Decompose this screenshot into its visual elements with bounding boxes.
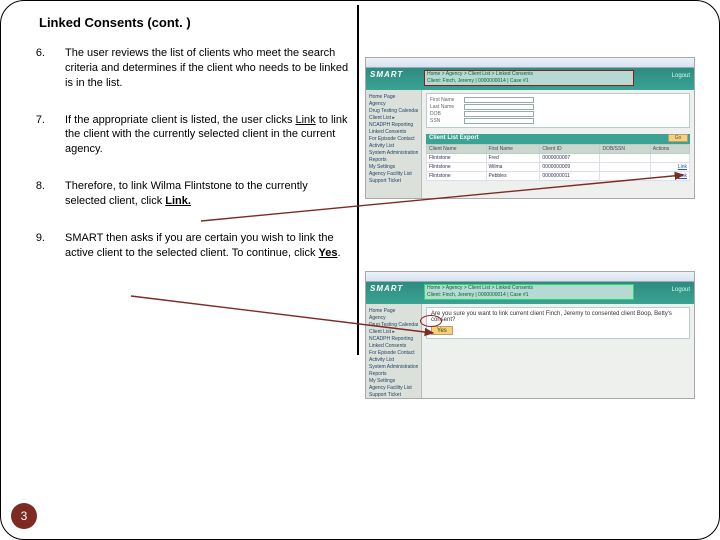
sidebar-item[interactable]: Home Page <box>369 308 418 314</box>
instruction-column: 6. The user reviews the list of clients … <box>21 46 351 282</box>
yes-callout-circle <box>420 315 442 327</box>
first-name-input[interactable] <box>464 97 534 103</box>
sidebar-item[interactable]: Client List ▸ <box>369 329 418 335</box>
sidebar-item[interactable]: Activity List <box>369 357 418 363</box>
step-text: The user reviews the list of clients who… <box>65 46 351 91</box>
step-8: 8. Therefore, to link Wilma Flintstone t… <box>31 179 351 209</box>
sidebar-item[interactable]: Linked Consents <box>369 343 418 349</box>
screenshot-confirm-link: SMART Home > Agency > Client List > Link… <box>365 271 695 399</box>
sidebar: Home PageAgencyDrug Testing CalendarClie… <box>366 90 422 198</box>
page-number-badge: 3 <box>11 503 37 529</box>
sidebar-item[interactable]: For Episode Contact <box>369 350 418 356</box>
table-row: FlintstoneFred0000000007 <box>427 154 690 163</box>
yes-text: Yes <box>319 247 338 259</box>
link-text: Link <box>296 114 316 126</box>
breadcrumb-callout: Home > Agency > Client List > Linked Con… <box>424 70 634 86</box>
confirm-prompt: Are you sure you want to link current cl… <box>426 307 690 339</box>
step-text: Therefore, to link Wilma Flintstone to t… <box>65 179 351 209</box>
link-text: Link. <box>165 195 191 207</box>
step-number: 7. <box>31 113 45 158</box>
sidebar-item[interactable]: Agency <box>369 101 418 107</box>
sidebar-item[interactable]: Home Page <box>369 94 418 100</box>
sidebar-item[interactable]: Agency Facility List <box>369 171 418 177</box>
go-button[interactable]: Go <box>668 134 688 142</box>
step-text: If the appropriate client is listed, the… <box>65 113 351 158</box>
app-brand: SMART <box>370 284 403 293</box>
yes-button[interactable]: Yes <box>431 326 453 335</box>
step-9: 9. SMART then asks if you are certain yo… <box>31 231 351 261</box>
table-row: FlintstonePebbles0000000011Link <box>427 172 690 181</box>
sidebar-item[interactable]: For Episode Contact <box>369 136 418 142</box>
sidebar-item[interactable]: My Settings <box>369 378 418 384</box>
sidebar-item[interactable]: NCADPH Reporting <box>369 336 418 342</box>
step-number: 6. <box>31 46 45 91</box>
app-brand: SMART <box>370 70 403 79</box>
sidebar: Home PageAgencyDrug Testing CalendarClie… <box>366 304 422 398</box>
sidebar-item[interactable]: Support Ticket <box>369 392 418 398</box>
client-list-header: Client List Export <box>426 134 690 144</box>
logout-link[interactable]: Logout <box>672 73 690 79</box>
ssn-input[interactable] <box>464 118 534 124</box>
sidebar-item[interactable]: Agency <box>369 315 418 321</box>
sidebar-item[interactable]: Drug Testing Calendar <box>369 322 418 328</box>
sidebar-item[interactable]: My Settings <box>369 164 418 170</box>
sidebar-item[interactable]: Agency Facility List <box>369 385 418 391</box>
sidebar-item[interactable]: System Administration <box>369 150 418 156</box>
link-action[interactable]: Link <box>650 163 689 172</box>
logout-link[interactable]: Logout <box>672 287 690 293</box>
client-list-table: Client NameFirst NameClient IDDOB/SSNAct… <box>426 144 690 181</box>
last-name-input[interactable] <box>464 104 534 110</box>
sidebar-item[interactable]: Client List ▸ <box>369 115 418 121</box>
table-row: FlintstoneWilma0000000009Link <box>427 163 690 172</box>
dob-input[interactable] <box>464 111 534 117</box>
step-text: SMART then asks if you are certain you w… <box>65 231 351 261</box>
screenshot-client-list: SMART Home > Agency > Client List > Link… <box>365 57 695 199</box>
step-6: 6. The user reviews the list of clients … <box>31 46 351 91</box>
step-7: 7. If the appropriate client is listed, … <box>31 113 351 158</box>
vertical-divider <box>357 5 359 355</box>
sidebar-item[interactable]: System Administration <box>369 364 418 370</box>
sidebar-item[interactable]: Support Ticket <box>369 178 418 184</box>
sidebar-item[interactable]: Linked Consents <box>369 129 418 135</box>
sidebar-item[interactable]: Drug Testing Calendar <box>369 108 418 114</box>
sidebar-item[interactable]: Activity List <box>369 143 418 149</box>
page-title: Linked Consents (cont. ) <box>39 15 699 30</box>
sidebar-item[interactable]: Reports <box>369 371 418 377</box>
breadcrumb: Home > Agency > Client List > Linked Con… <box>424 284 634 300</box>
sidebar-item[interactable]: Reports <box>369 157 418 163</box>
sidebar-item[interactable]: NCADPH Reporting <box>369 122 418 128</box>
link-action[interactable]: Link <box>650 172 689 181</box>
step-number: 8. <box>31 179 45 209</box>
search-panel: First Name Last Name DOB SSN <box>426 93 690 128</box>
step-number: 9. <box>31 231 45 261</box>
